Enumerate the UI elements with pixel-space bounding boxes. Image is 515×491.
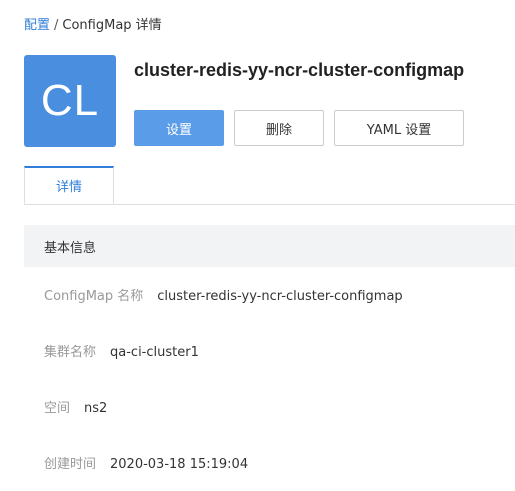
breadcrumb: 配置 / ConfigMap 详情 (24, 16, 162, 36)
info-value: qa-ci-cluster1 (110, 345, 199, 360)
breadcrumb-separator: / (54, 18, 59, 33)
info-value: ns2 (84, 401, 108, 416)
info-label: 空间 (44, 401, 71, 416)
tab-bar: 详情 (24, 166, 515, 205)
breadcrumb-current: ConfigMap 详情 (62, 18, 162, 33)
info-label: 集群名称 (44, 345, 97, 360)
yaml-settings-button[interactable]: YAML 设置 (334, 110, 464, 146)
settings-button[interactable]: 设置 (134, 110, 224, 146)
info-row-configmap-name: ConfigMap 名称 cluster-redis-yy-ncr-cluster… (44, 287, 403, 307)
resource-avatar: CL (24, 55, 116, 147)
breadcrumb-link-config[interactable]: 配置 (24, 18, 50, 33)
page-title: cluster-redis-yy-ncr-cluster-configmap (134, 60, 465, 80)
info-label: 创建时间 (44, 457, 97, 472)
section-header-basic-info: 基本信息 (24, 225, 515, 267)
tab-details[interactable]: 详情 (24, 166, 114, 204)
info-value: cluster-redis-yy-ncr-cluster-configmap (157, 289, 403, 304)
info-label: ConfigMap 名称 (44, 289, 144, 304)
info-row-created-time: 创建时间 2020-03-18 15:19:04 (44, 455, 248, 475)
delete-button[interactable]: 删除 (234, 110, 324, 146)
info-row-namespace: 空间 ns2 (44, 399, 107, 419)
info-row-cluster-name: 集群名称 qa-ci-cluster1 (44, 343, 199, 363)
info-value: 2020-03-18 15:19:04 (110, 457, 249, 472)
